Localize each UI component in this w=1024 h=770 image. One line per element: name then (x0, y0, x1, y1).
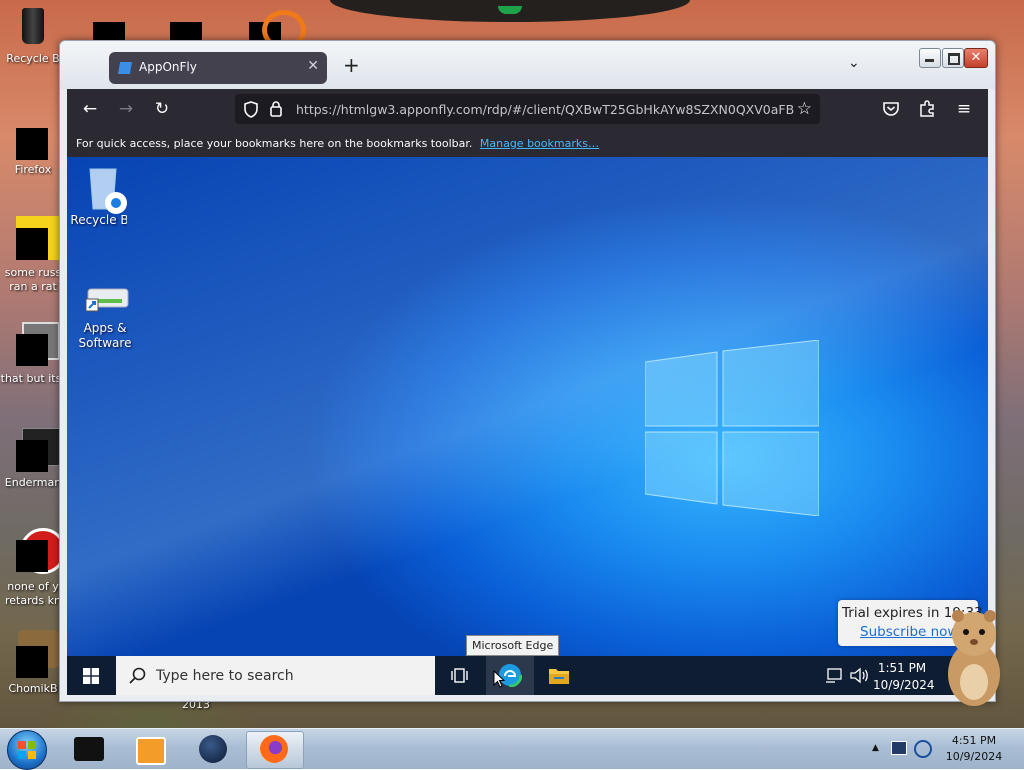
remote-icon-apps-software[interactable]: Apps & Software (67, 277, 145, 351)
windows-logo-wallpaper (645, 340, 819, 516)
taskbar-globe-app[interactable] (186, 731, 242, 767)
redacted-icon (16, 440, 48, 472)
task-view-icon[interactable] (451, 667, 469, 684)
firefox-icon (16, 128, 48, 160)
desktop-icon-label: Recycle B (6, 52, 60, 65)
outer-clock[interactable]: 4:51 PM 10/9/2024 (934, 733, 1014, 765)
bookmark-star-icon[interactable]: ☆ (797, 99, 812, 119)
windows-flag-icon (18, 741, 36, 759)
volume-icon[interactable] (849, 667, 869, 684)
url-bar[interactable]: https://htmlgw3.apponfly.com/rdp/#/clien… (235, 94, 820, 124)
black-box-icon (74, 737, 104, 761)
close-window-button[interactable]: ✕ (964, 48, 988, 68)
apponfly-favicon (118, 62, 132, 74)
navigation-toolbar: ← → ↻ https://htmlgw3.apponfly.com/rdp/#… (67, 89, 988, 129)
taskbar-media-player[interactable] (122, 731, 178, 767)
desktop-icon-label: some russ ran a rat (4, 266, 62, 293)
outer-date: 10/9/2024 (945, 750, 1003, 763)
redacted-icon (16, 540, 48, 572)
taskbar-firefox[interactable] (246, 731, 304, 769)
media-player-icon (136, 737, 166, 765)
taskbar-edge-button[interactable] (486, 656, 534, 695)
apps-software-drive-icon (85, 288, 129, 312)
list-all-tabs-chevron-icon[interactable]: ⌄ (848, 55, 860, 71)
mouse-cursor-icon (493, 670, 505, 688)
manage-bookmarks-link[interactable]: Manage bookmarks… (480, 137, 599, 150)
minimize-button[interactable] (919, 48, 941, 68)
desktop-icon-label: Enderman (4, 476, 62, 489)
remote-date: 10/9/2024 (873, 678, 935, 692)
search-icon (129, 667, 146, 684)
outer-time: 4:51 PM (951, 734, 997, 747)
forward-arrow-icon[interactable]: → (115, 98, 137, 120)
tab-title: AppOnFly (139, 60, 197, 74)
start-orb-windows-icon[interactable] (7, 730, 47, 770)
bookmarks-toolbar: For quick access, place your bookmarks h… (67, 129, 988, 157)
maximize-button[interactable] (942, 48, 964, 68)
desktop-icon-label: Firefox (14, 163, 52, 176)
globe-icon (199, 735, 227, 763)
window-titlebar: AppOnFly ✕ + ⌄ ✕ (60, 41, 995, 89)
taskbar-app-black-box[interactable] (62, 731, 118, 767)
desktop-icon-recycle-bin[interactable]: Recycle B (2, 6, 64, 66)
tab-apponfly[interactable]: AppOnFly ✕ (109, 52, 327, 84)
lock-icon[interactable] (269, 100, 283, 117)
windows-start-icon[interactable] (83, 668, 99, 684)
firefox-icon (260, 735, 288, 763)
show-hidden-icons-chevron-icon[interactable]: ▲ (872, 743, 879, 753)
desktop-icon-label: Apps & Software (78, 321, 132, 350)
redacted-icon (16, 334, 48, 366)
file-explorer-folder-icon[interactable] (548, 666, 570, 685)
recycle-bin-icon (16, 6, 50, 44)
remote-icon-recycle-bin[interactable]: Recycle Bin (67, 165, 145, 228)
network-icon[interactable] (825, 668, 843, 684)
redacted-icon (16, 228, 48, 260)
remote-clock[interactable]: 1:51 PM 10/9/2024 (873, 660, 935, 694)
search-placeholder: Type here to search (156, 668, 294, 684)
hamster-sticker-image (948, 610, 1000, 706)
desktop-icon-label: Recycle Bin (70, 213, 140, 227)
remote-taskbar: Type here to search 1:51 PM 10/9/2024 (67, 656, 988, 695)
desktop-icon-label: that but its (0, 372, 62, 385)
reload-icon[interactable]: ↻ (151, 98, 173, 120)
bookmarks-toolbar-message: For quick access, place your bookmarks h… (76, 137, 599, 150)
url-text: https://htmlgw3.apponfly.com/rdp/#/clien… (296, 102, 795, 117)
firefox-window: AppOnFly ✕ + ⌄ ✕ ← → ↻ https://htmlgw3.a… (59, 40, 996, 702)
tray-network-icon[interactable] (914, 740, 932, 758)
bookmarks-hint-text: For quick access, place your bookmarks h… (76, 137, 473, 150)
remote-time: 1:51 PM (877, 661, 927, 675)
recycle-bin-icon (89, 168, 127, 214)
taskbar-search-box[interactable]: Type here to search (116, 656, 435, 695)
redacted-icon (16, 646, 48, 678)
shield-icon[interactable] (243, 101, 259, 118)
new-tab-button[interactable]: + (343, 53, 360, 77)
desktop-icon-label: ChomikB (8, 682, 58, 695)
back-arrow-icon[interactable]: ← (79, 98, 101, 120)
tray-monitor-icon[interactable] (891, 741, 907, 755)
desktop-icon-label: none of y retards kn (5, 580, 61, 607)
outer-taskbar: ▲ 4:51 PM 10/9/2024 (0, 728, 1024, 770)
pocket-icon[interactable] (882, 100, 900, 118)
taskbar-tooltip: Microsoft Edge (466, 635, 560, 656)
close-tab-icon[interactable]: ✕ (307, 58, 319, 74)
menu-hamburger-icon[interactable]: ≡ (953, 98, 975, 120)
remote-desktop-canvas[interactable]: Recycle Bin Apps & Software Trial expire… (67, 157, 988, 695)
extensions-puzzle-icon[interactable] (918, 99, 936, 118)
